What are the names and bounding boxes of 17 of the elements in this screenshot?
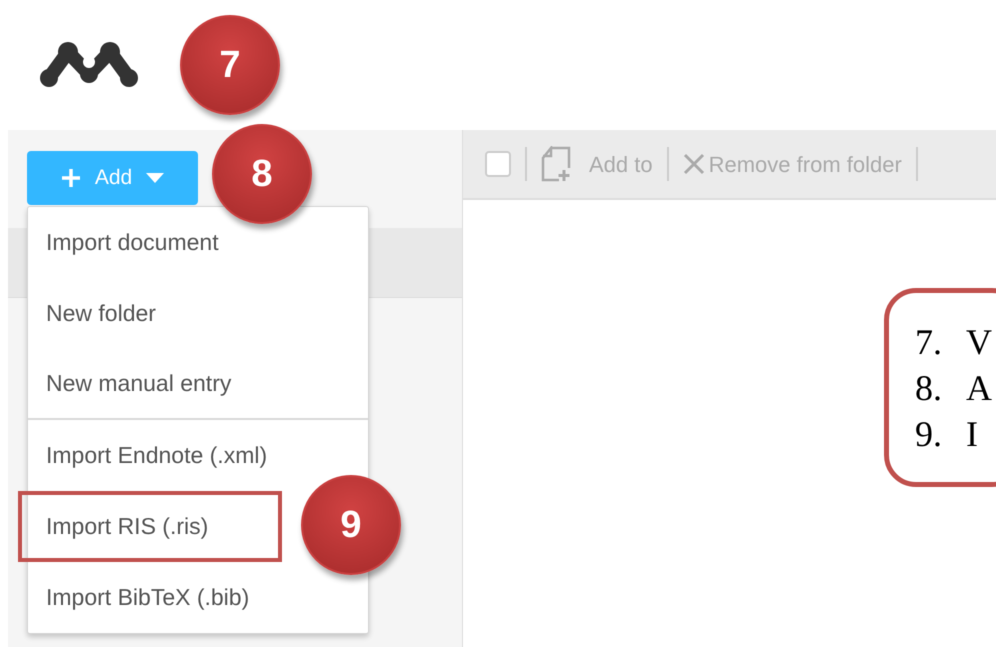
caret-icon — [146, 173, 164, 183]
menu-item[interactable]: New manual entry — [28, 349, 368, 420]
list-number: 9. — [915, 413, 942, 456]
plus-icon — [60, 168, 81, 188]
menu-item[interactable]: New folder — [28, 278, 368, 349]
step-number-badge: 7 — [180, 15, 280, 115]
list-number: 8. — [915, 367, 942, 410]
logo-icon — [40, 42, 138, 88]
callout-text: I — [966, 413, 978, 456]
document-plus-icon — [541, 146, 573, 182]
menu-item[interactable]: Import RIS (.ris) — [18, 491, 282, 562]
select-all-checkbox[interactable] — [485, 151, 511, 177]
step-number-badge: 8 — [212, 124, 312, 224]
list-number: 7. — [915, 321, 942, 364]
callout-text: V — [966, 321, 992, 364]
callout-text: A — [966, 367, 992, 410]
close-icon — [682, 153, 705, 175]
